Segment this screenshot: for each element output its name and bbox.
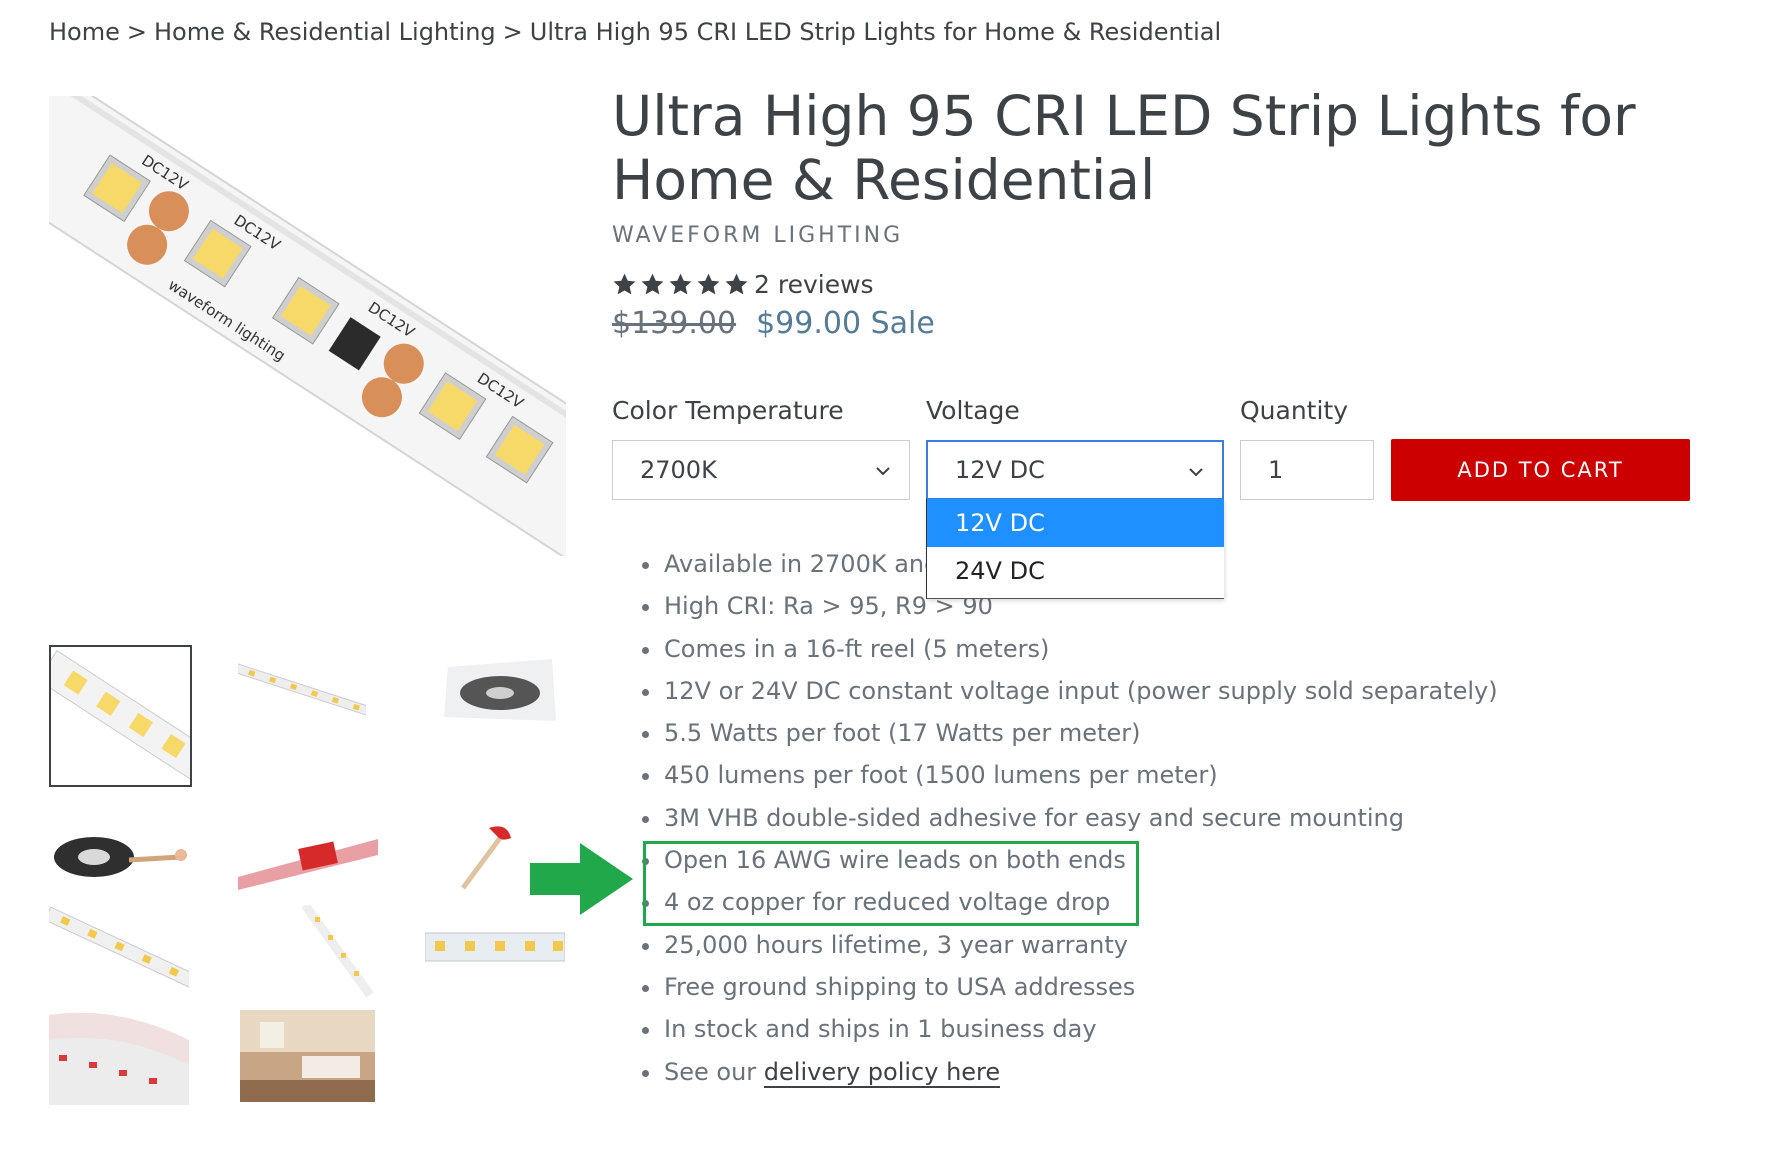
quantity-input[interactable]: 1 bbox=[1240, 440, 1374, 500]
voltage-label: Voltage bbox=[926, 396, 1020, 425]
product-thumbnail[interactable] bbox=[290, 905, 378, 1000]
thumbnail-image bbox=[301, 905, 374, 998]
quantity-label: Quantity bbox=[1240, 396, 1349, 425]
feature-item: Comes in a 16-ft reel (5 meters) bbox=[642, 628, 1498, 670]
product-thumbnail[interactable] bbox=[455, 820, 525, 890]
voltage-option-12v[interactable]: 12V DC bbox=[927, 499, 1224, 547]
voltage-dropdown-list: 12V DC 24V DC bbox=[926, 499, 1224, 599]
color-temperature-label: Color Temperature bbox=[612, 396, 844, 425]
thumbnail-image bbox=[54, 837, 187, 877]
sale-price: $99.00 Sale bbox=[756, 306, 935, 341]
product-thumbnail[interactable] bbox=[49, 905, 189, 995]
delivery-policy-link[interactable]: delivery policy here bbox=[763, 1057, 1001, 1088]
product-thumbnail[interactable] bbox=[425, 925, 565, 970]
product-title: Ultra High 95 CRI LED Strip Lights for H… bbox=[612, 84, 1636, 212]
star-icon bbox=[669, 273, 692, 295]
product-thumbnail[interactable] bbox=[49, 825, 189, 885]
breadcrumb-link-home[interactable]: Home bbox=[49, 18, 120, 46]
product-vendor[interactable]: WAVEFORM LIGHTING bbox=[612, 223, 903, 248]
feature-item: In stock and ships in 1 business day bbox=[642, 1008, 1498, 1050]
product-thumbnail[interactable] bbox=[240, 1010, 375, 1102]
breadcrumb-link-category[interactable]: Home & Residential Lighting bbox=[154, 18, 496, 46]
thumbnail-image bbox=[240, 1010, 375, 1102]
product-rating[interactable]: 2 reviews bbox=[612, 270, 874, 299]
feature-item: 25,000 hours lifetime, 3 year warranty bbox=[642, 924, 1498, 966]
arrow-right-icon bbox=[530, 843, 633, 915]
breadcrumb: Home > Home & Residential Lighting > Ultra H… bbox=[49, 18, 1221, 46]
add-to-cart-button[interactable]: ADD TO CART bbox=[1391, 439, 1690, 501]
thumbnail-image bbox=[49, 1012, 189, 1105]
thumbnail-image bbox=[238, 663, 366, 717]
chevron-down-icon bbox=[1189, 468, 1203, 477]
star-icon bbox=[641, 273, 664, 295]
breadcrumb-current: Ultra High 95 CRI LED Strip Lights for H… bbox=[529, 18, 1222, 46]
reviews-link[interactable]: 2 reviews bbox=[754, 270, 874, 299]
star-icon bbox=[725, 273, 748, 295]
voltage-select[interactable]: 12V DC bbox=[926, 440, 1224, 500]
led-strip-image: DC12V DC12V DC12V DC12V waveform lightin… bbox=[49, 96, 566, 556]
feature-item-text: See our bbox=[664, 1057, 764, 1086]
thumbnail-image bbox=[460, 826, 511, 890]
voltage-value: 12V DC bbox=[955, 456, 1045, 484]
feature-item: 12V or 24V DC constant voltage input (po… bbox=[642, 670, 1498, 712]
voltage-option-24v[interactable]: 24V DC bbox=[927, 547, 1224, 595]
feature-item: 450 lumens per foot (1500 lumens per met… bbox=[642, 754, 1498, 796]
product-main-image[interactable]: DC12V DC12V DC12V DC12V waveform lightin… bbox=[49, 96, 566, 556]
feature-item: 3M VHB double-sided adhesive for easy an… bbox=[642, 797, 1498, 839]
compare-price: $139.00 bbox=[612, 306, 737, 341]
product-thumbnail[interactable] bbox=[440, 655, 560, 725]
feature-item: 5.5 Watts per foot (17 Watts per meter) bbox=[642, 712, 1498, 754]
product-thumbnail[interactable] bbox=[238, 660, 366, 720]
product-thumbnail[interactable] bbox=[238, 825, 378, 890]
star-icon bbox=[697, 273, 720, 295]
thumbnail-image bbox=[444, 659, 556, 721]
thumbnail-image bbox=[238, 839, 378, 890]
product-thumbnail[interactable] bbox=[49, 645, 192, 787]
chevron-down-icon bbox=[876, 467, 890, 476]
quantity-value: 1 bbox=[1268, 456, 1284, 484]
product-thumbnail[interactable] bbox=[49, 1010, 189, 1105]
breadcrumb-separator: > bbox=[502, 18, 523, 46]
color-temperature-select[interactable]: 2700K bbox=[612, 440, 910, 500]
thumbnail-image bbox=[49, 906, 189, 993]
annotation-highlight-box bbox=[643, 841, 1139, 926]
thumbnail-image bbox=[425, 932, 565, 962]
thumbnail-image bbox=[51, 650, 190, 782]
color-temperature-value: 2700K bbox=[640, 456, 717, 484]
feature-list: Available in 2700K and High CRI: Ra > 95… bbox=[642, 543, 1498, 1093]
feature-item: Free ground shipping to USA addresses bbox=[642, 966, 1498, 1008]
feature-item: See our delivery policy here bbox=[642, 1051, 1498, 1093]
price-block: $139.00 $99.00 Sale bbox=[612, 306, 935, 341]
star-icon bbox=[613, 273, 636, 295]
breadcrumb-separator: > bbox=[126, 18, 147, 46]
